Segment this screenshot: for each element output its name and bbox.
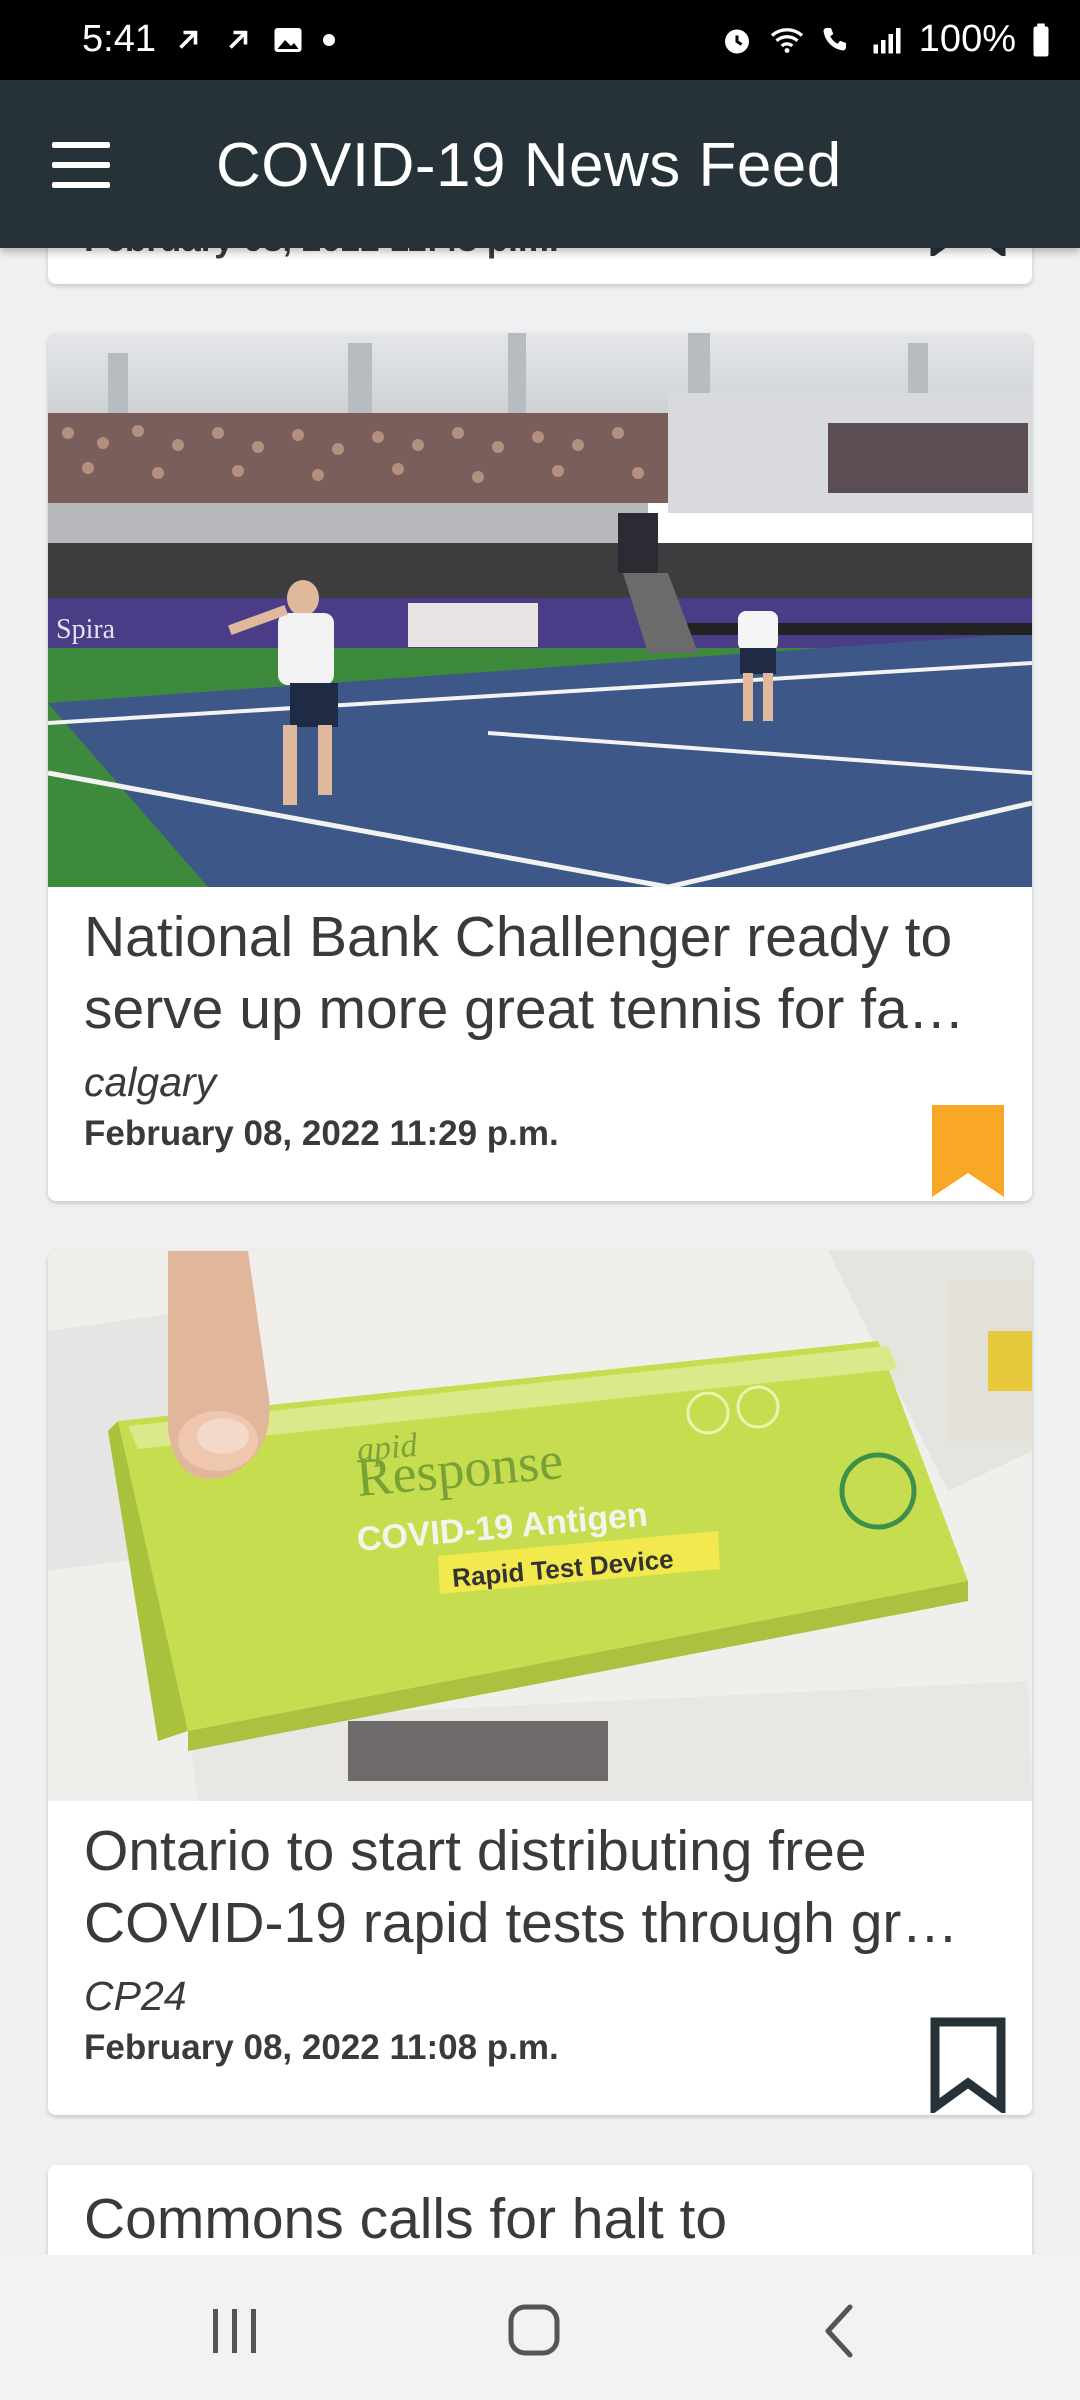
notification-icons <box>170 20 338 60</box>
system-status: 100% <box>719 18 1052 61</box>
dot-icon <box>323 34 335 46</box>
article-image[interactable]: Spira <box>48 333 1032 887</box>
recent-apps-icon[interactable] <box>205 2303 265 2359</box>
app-bar: COVID-19 News Feed <box>0 80 1080 248</box>
bookmark-saved-icon[interactable] <box>930 1103 1006 1199</box>
article-body: National Bank Challenger ready to serve … <box>48 901 1032 1197</box>
tennis-photo: Spira <box>48 333 1032 887</box>
system-navigation-bar <box>0 2255 1080 2400</box>
article-title[interactable]: National Bank Challenger ready to serve … <box>84 901 996 1045</box>
hamburger-menu-icon[interactable] <box>52 142 112 188</box>
link-icon <box>179 30 198 49</box>
news-card[interactable]: Spira National Bank Challenger ready to … <box>48 333 1032 1201</box>
article-source: calgary <box>84 1059 217 1105</box>
wifi-icon <box>770 27 803 53</box>
status-bar: 5:41 100% <box>0 0 1080 80</box>
back-icon[interactable] <box>810 2303 870 2359</box>
article-image[interactable]: apid Response COVID-19 Antigen Rapid Tes… <box>48 1251 1032 1801</box>
article-date: February 08, 2022 11:08 p.m. <box>84 2028 559 2067</box>
image-icon <box>274 28 302 52</box>
bookmark-icon[interactable] <box>930 2017 1006 2113</box>
home-icon[interactable] <box>505 2303 565 2359</box>
signal-icon <box>873 27 901 53</box>
svg-text:Spira: Spira <box>56 614 116 645</box>
wifi-calling-icon <box>823 27 846 50</box>
app-title: COVID-19 News Feed <box>216 131 842 200</box>
status-time: 5:41 <box>82 18 156 60</box>
alarm-icon <box>724 29 749 53</box>
article-date: February 08, 2022 11:29 p.m. <box>84 1114 559 1153</box>
rapid-test-photo: apid Response COVID-19 Antigen Rapid Tes… <box>48 1251 1032 1801</box>
article-body: Ontario to start distributing free COVID… <box>48 1815 1032 2113</box>
battery-icon <box>1033 23 1049 56</box>
news-card[interactable]: apid Response COVID-19 Antigen Rapid Tes… <box>48 1251 1032 2115</box>
link-icon <box>229 30 248 49</box>
battery-percent: 100% <box>918 18 1016 60</box>
article-title[interactable]: Ontario to start distributing free COVID… <box>84 1815 996 1959</box>
article-source: CP24 <box>84 1973 187 2019</box>
